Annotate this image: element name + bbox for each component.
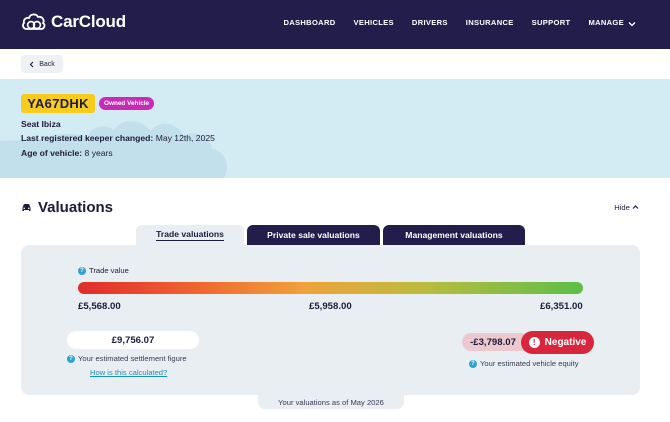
chevron-down-icon[interactable] [628,20,636,28]
vehicle-model-text: Seat Ibiza [21,119,61,129]
settlement-figure-box: £9,756.07 [67,331,199,349]
back-button[interactable]: Back [21,55,63,73]
info-icon[interactable]: ? [67,354,75,363]
vehicle-age-row: Age of vehicle: 8 years [21,148,113,158]
nav-dashboard[interactable]: DASHBOARD [283,18,335,27]
trade-value-range-bar [78,282,583,294]
trade-value-heading: ? Trade value [78,266,129,275]
back-label: Back [39,60,55,68]
chevron-up-icon [632,205,639,209]
registration-plate: YA67DHK [21,94,95,113]
vehicle-model: Seat Ibiza [21,119,61,129]
tab-management-valuations[interactable]: Management valuations [383,225,525,245]
chevron-left-icon [29,61,34,67]
range-low-value: £5,568.00 [78,301,121,312]
vehicle-age-value: 8 years [84,148,113,158]
car-icon [22,203,31,211]
equity-label: Your estimated vehicle equity [480,359,579,368]
nav-vehicles[interactable]: VEHICLES [354,18,394,27]
valuations-title: Valuations [38,199,114,216]
how-calculated-link[interactable]: How is this calculated? [90,368,167,377]
alert-icon: ! [528,337,540,348]
tab-management-label: Management valuations [405,230,503,240]
tab-private-sale-valuations[interactable]: Private sale valuations [247,225,380,245]
hide-label: Hide [614,203,630,212]
nav-support[interactable]: SUPPORT [532,18,571,27]
tab-private-label: Private sale valuations [267,230,360,240]
settlement-caption: ? Your estimated settlement figure [67,354,187,363]
vehicle-age-label: Age of vehicle: [21,148,83,158]
nav-drivers[interactable]: DRIVERS [412,18,448,27]
settlement-value: £9,756.07 [111,334,155,346]
tab-trade-valuations[interactable]: Trade valuations [136,225,244,245]
brand-name: CarCloud [51,12,126,31]
top-navbar: CarCloud DASHBOARD VEHICLES DRIVERS INSU… [0,0,670,49]
trade-value-label: Trade value [89,266,129,275]
info-icon[interactable]: ? [469,359,477,368]
main-nav: DASHBOARD VEHICLES DRIVERS INSURANCE SUP… [283,18,636,27]
keeper-changed-row: Last registered keeper changed: May 12th… [21,133,215,143]
brand-logo[interactable]: CarCloud [21,12,126,32]
equity-value: -£3,798.07 [470,336,516,348]
owned-vehicle-badge: Owned Vehicle [99,97,155,110]
range-mid-value: £5,958.00 [309,301,352,312]
nav-manage[interactable]: MANAGE [588,18,624,27]
hide-toggle[interactable]: Hide [614,203,639,212]
tab-trade-label: Trade valuations [156,229,224,241]
keeper-changed-value: May 12th, 2025 [155,133,215,143]
cloud-logo-icon [22,13,46,30]
range-high-value: £6,351.00 [540,301,583,312]
nav-insurance[interactable]: INSURANCE [466,18,514,27]
equity-value-box: -£3,798.07 [462,333,524,351]
valuations-as-of: Your valuations as of May 2026 [258,395,404,409]
equity-caption: ? Your estimated vehicle equity [469,359,579,368]
equity-status: Negative [544,337,587,348]
info-icon[interactable]: ? [78,266,86,275]
negative-equity-badge: ! Negative [521,331,594,354]
settlement-label: Your estimated settlement figure [78,354,187,363]
vehicle-hero [0,79,670,178]
keeper-changed-label: Last registered keeper changed: [21,133,154,143]
valuations-heading: Valuations [21,199,113,216]
